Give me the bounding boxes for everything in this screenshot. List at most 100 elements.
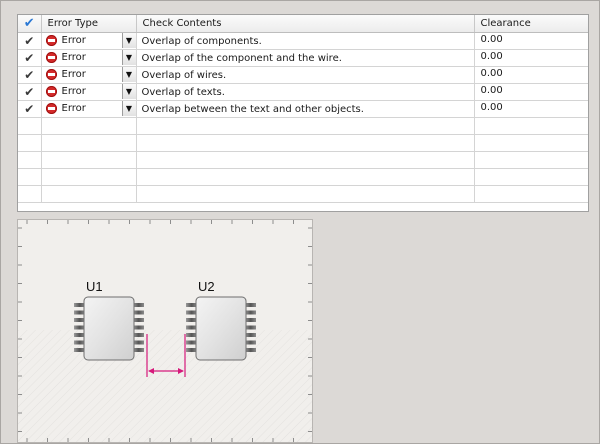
header-check-all[interactable]: ✔ [18, 15, 42, 33]
check-contents-cell: Overlap between the text and other objec… [136, 100, 475, 118]
chip-pin [186, 303, 197, 307]
empty-cell [41, 168, 137, 186]
chip-pin [74, 348, 85, 352]
chip-pin [186, 348, 197, 352]
dropdown-arrow-icon[interactable]: ▼ [121, 67, 135, 82]
empty-cell [41, 185, 137, 203]
chip-pin [245, 333, 256, 337]
chip-pin [74, 333, 85, 337]
component-u1[interactable] [74, 296, 144, 361]
error-type-value: Error [61, 86, 86, 98]
clearance-cell[interactable]: 0.00 [474, 83, 588, 101]
check-contents-cell: Overlap of the component and the wire. [136, 49, 475, 67]
empty-cell [474, 117, 588, 135]
empty-cell [18, 151, 42, 169]
chip-pin [186, 325, 197, 330]
error-type-value: Error [61, 69, 86, 81]
clearance-cell[interactable]: 0.00 [474, 66, 588, 84]
empty-cell [41, 117, 137, 135]
empty-cell [18, 117, 42, 135]
empty-cell [136, 185, 475, 203]
empty-cell [136, 151, 475, 169]
chip-pin [133, 318, 144, 322]
chip-pin [245, 318, 256, 322]
row-checkbox[interactable]: ✔ [18, 49, 42, 67]
preview-drawing [18, 220, 312, 442]
chip-pin [74, 325, 85, 330]
row-checkbox[interactable]: ✔ [18, 83, 42, 101]
chip-pin [186, 340, 197, 345]
chip-pin [245, 325, 256, 330]
row-checkbox[interactable]: ✔ [18, 100, 42, 118]
check-contents-cell: Overlap of components. [136, 32, 475, 50]
clearance-cell[interactable]: 0.00 [474, 100, 588, 118]
empty-cell [474, 168, 588, 186]
chip-pin [133, 310, 144, 315]
chip-pin [186, 318, 197, 322]
chip-pin [186, 333, 197, 337]
chip-pin [74, 318, 85, 322]
checkmark-icon: ✔ [24, 85, 35, 99]
checkmark-icon: ✔ [24, 51, 35, 65]
dropdown-arrow-icon[interactable]: ▼ [121, 84, 135, 99]
header-check-contents[interactable]: Check Contents [136, 15, 475, 33]
error-type-dropdown[interactable]: Error ▼ [41, 32, 137, 50]
empty-cell [136, 134, 475, 152]
dropdown-arrow-icon[interactable]: ▼ [121, 101, 135, 116]
empty-cell [136, 117, 475, 135]
checkmark-icon: ✔ [24, 102, 35, 116]
rule-preview-canvas: U1 U2 [17, 219, 313, 443]
chip-pin [245, 348, 256, 352]
chip-pin [186, 310, 197, 315]
error-type-value: Error [61, 35, 86, 47]
chip-pin [245, 310, 256, 315]
chip-pin [74, 340, 85, 345]
error-icon [45, 69, 57, 81]
clearance-cell[interactable]: 0.00 [474, 49, 588, 67]
empty-table-row [18, 117, 588, 135]
dropdown-arrow-icon[interactable]: ▼ [121, 50, 135, 65]
chip-pin [74, 303, 85, 307]
component-label-u1: U1 [86, 279, 103, 294]
error-icon [45, 86, 57, 98]
table-row[interactable]: ✔ Error ▼ Overlap of the component and the … [18, 49, 588, 67]
empty-cell [18, 185, 42, 203]
check-contents-cell: Overlap of wires. [136, 66, 475, 84]
header-clearance[interactable]: Clearance [474, 15, 588, 33]
error-type-value: Error [61, 52, 86, 64]
checkmark-icon: ✔ [23, 15, 35, 31]
empty-cell [18, 168, 42, 186]
error-icon [45, 103, 57, 115]
check-rules-table: ✔ Error Type Check Contents Clearance ✔ E… [17, 14, 589, 212]
table-row[interactable]: ✔ Error ▼ Overlap of components. 0.00 [18, 32, 588, 50]
error-type-dropdown[interactable]: Error ▼ [41, 83, 137, 101]
empty-cell [18, 134, 42, 152]
error-type-dropdown[interactable]: Error ▼ [41, 49, 137, 67]
empty-cell [41, 151, 137, 169]
empty-cell [474, 185, 588, 203]
chip-pin [133, 303, 144, 307]
checkmark-icon: ✔ [24, 68, 35, 82]
component-label-u2: U2 [198, 279, 215, 294]
empty-table-row [18, 168, 588, 186]
empty-cell [474, 151, 588, 169]
row-checkbox[interactable]: ✔ [18, 66, 42, 84]
header-error-type[interactable]: Error Type [41, 15, 137, 33]
error-type-dropdown[interactable]: Error ▼ [41, 100, 137, 118]
error-type-dropdown[interactable]: Error ▼ [41, 66, 137, 84]
empty-table-row [18, 151, 588, 169]
chip-pin [133, 325, 144, 330]
table-row[interactable]: ✔ Error ▼ Overlap of texts. 0.00 [18, 83, 588, 101]
table-row[interactable]: ✔ Error ▼ Overlap of wires. 0.00 [18, 66, 588, 84]
chip-pin [133, 340, 144, 345]
empty-cell [136, 168, 475, 186]
table-row[interactable]: ✔ Error ▼ Overlap between the text and othe… [18, 100, 588, 118]
error-type-value: Error [61, 103, 86, 115]
component-u2[interactable] [186, 296, 256, 361]
dropdown-arrow-icon[interactable]: ▼ [121, 33, 135, 48]
empty-table-row [18, 185, 588, 203]
clearance-cell[interactable]: 0.00 [474, 32, 588, 50]
empty-table-row [18, 134, 588, 152]
row-checkbox[interactable]: ✔ [18, 32, 42, 50]
check-contents-cell: Overlap of texts. [136, 83, 475, 101]
